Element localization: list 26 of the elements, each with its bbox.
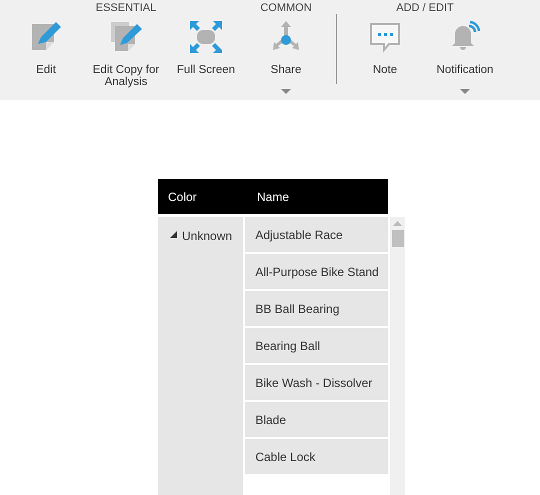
- table-cell: BB Ball Bearing: [245, 291, 388, 326]
- group-title: ESSENTIAL: [94, 1, 158, 16]
- scroll-up-icon[interactable]: [393, 221, 402, 226]
- scrollbar[interactable]: [390, 217, 405, 495]
- group-title: ADD / EDIT: [395, 1, 455, 16]
- toolbar-button[interactable]: Full Screen: [166, 20, 246, 89]
- table-cell: Blade: [245, 402, 388, 437]
- table-cell: Cable Lock: [245, 439, 388, 474]
- group-label: Unknown: [182, 228, 232, 245]
- column-header: Color: [167, 188, 198, 206]
- note-icon: [368, 20, 402, 54]
- table-cell: Adjustable Race: [245, 217, 388, 252]
- group-title: COMMON: [259, 1, 313, 16]
- table-cell: Bike Wash - Dissolver: [245, 365, 388, 400]
- column-header: Name: [256, 188, 290, 206]
- toolbar-button[interactable]: Note: [345, 20, 425, 94]
- table-cell: All-Purpose Bike Stand: [245, 254, 388, 289]
- expanded-icon[interactable]: [170, 231, 177, 238]
- toolbar-button[interactable]: Share: [246, 20, 326, 94]
- edit-copy-icon: [109, 20, 143, 54]
- toolbar-button[interactable]: Edit: [6, 20, 86, 89]
- scrollbar-thumb[interactable]: [392, 230, 404, 247]
- toolbar-button[interactable]: Edit Copy for Analysis: [86, 20, 166, 89]
- toolbar-button[interactable]: Notification: [425, 20, 505, 94]
- table-cell: Bearing Ball: [245, 328, 388, 363]
- fullscreen-icon: [189, 20, 223, 54]
